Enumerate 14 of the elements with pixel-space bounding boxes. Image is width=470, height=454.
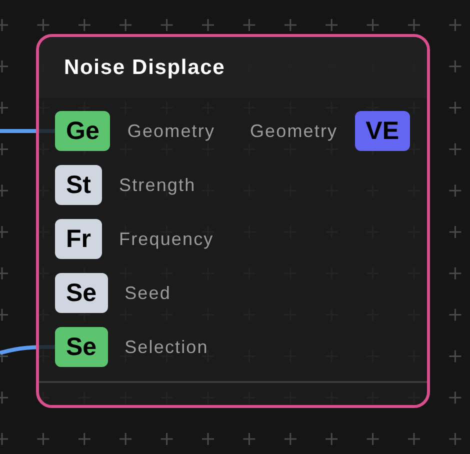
- port-badge[interactable]: St: [55, 165, 102, 205]
- port-badge[interactable]: Se: [55, 273, 108, 313]
- port-badge[interactable]: Fr: [55, 219, 102, 259]
- input-label: Seed: [124, 282, 171, 304]
- node-card[interactable]: Noise Displace Ge Geometry Geometry VE St Strength Fr Frequency Se Seed Se Selection: [36, 34, 430, 408]
- input-label: Frequency: [119, 228, 214, 251]
- output-label: Geometry: [250, 120, 338, 143]
- input-label: Selection: [124, 336, 208, 358]
- input-label: Strength: [119, 174, 196, 197]
- port-badge[interactable]: Ge: [55, 111, 110, 151]
- port-badge[interactable]: Se: [55, 327, 108, 367]
- port-badge[interactable]: VE: [354, 111, 410, 151]
- node-title: Noise Displace: [64, 54, 226, 81]
- input-label: Geometry: [127, 120, 216, 143]
